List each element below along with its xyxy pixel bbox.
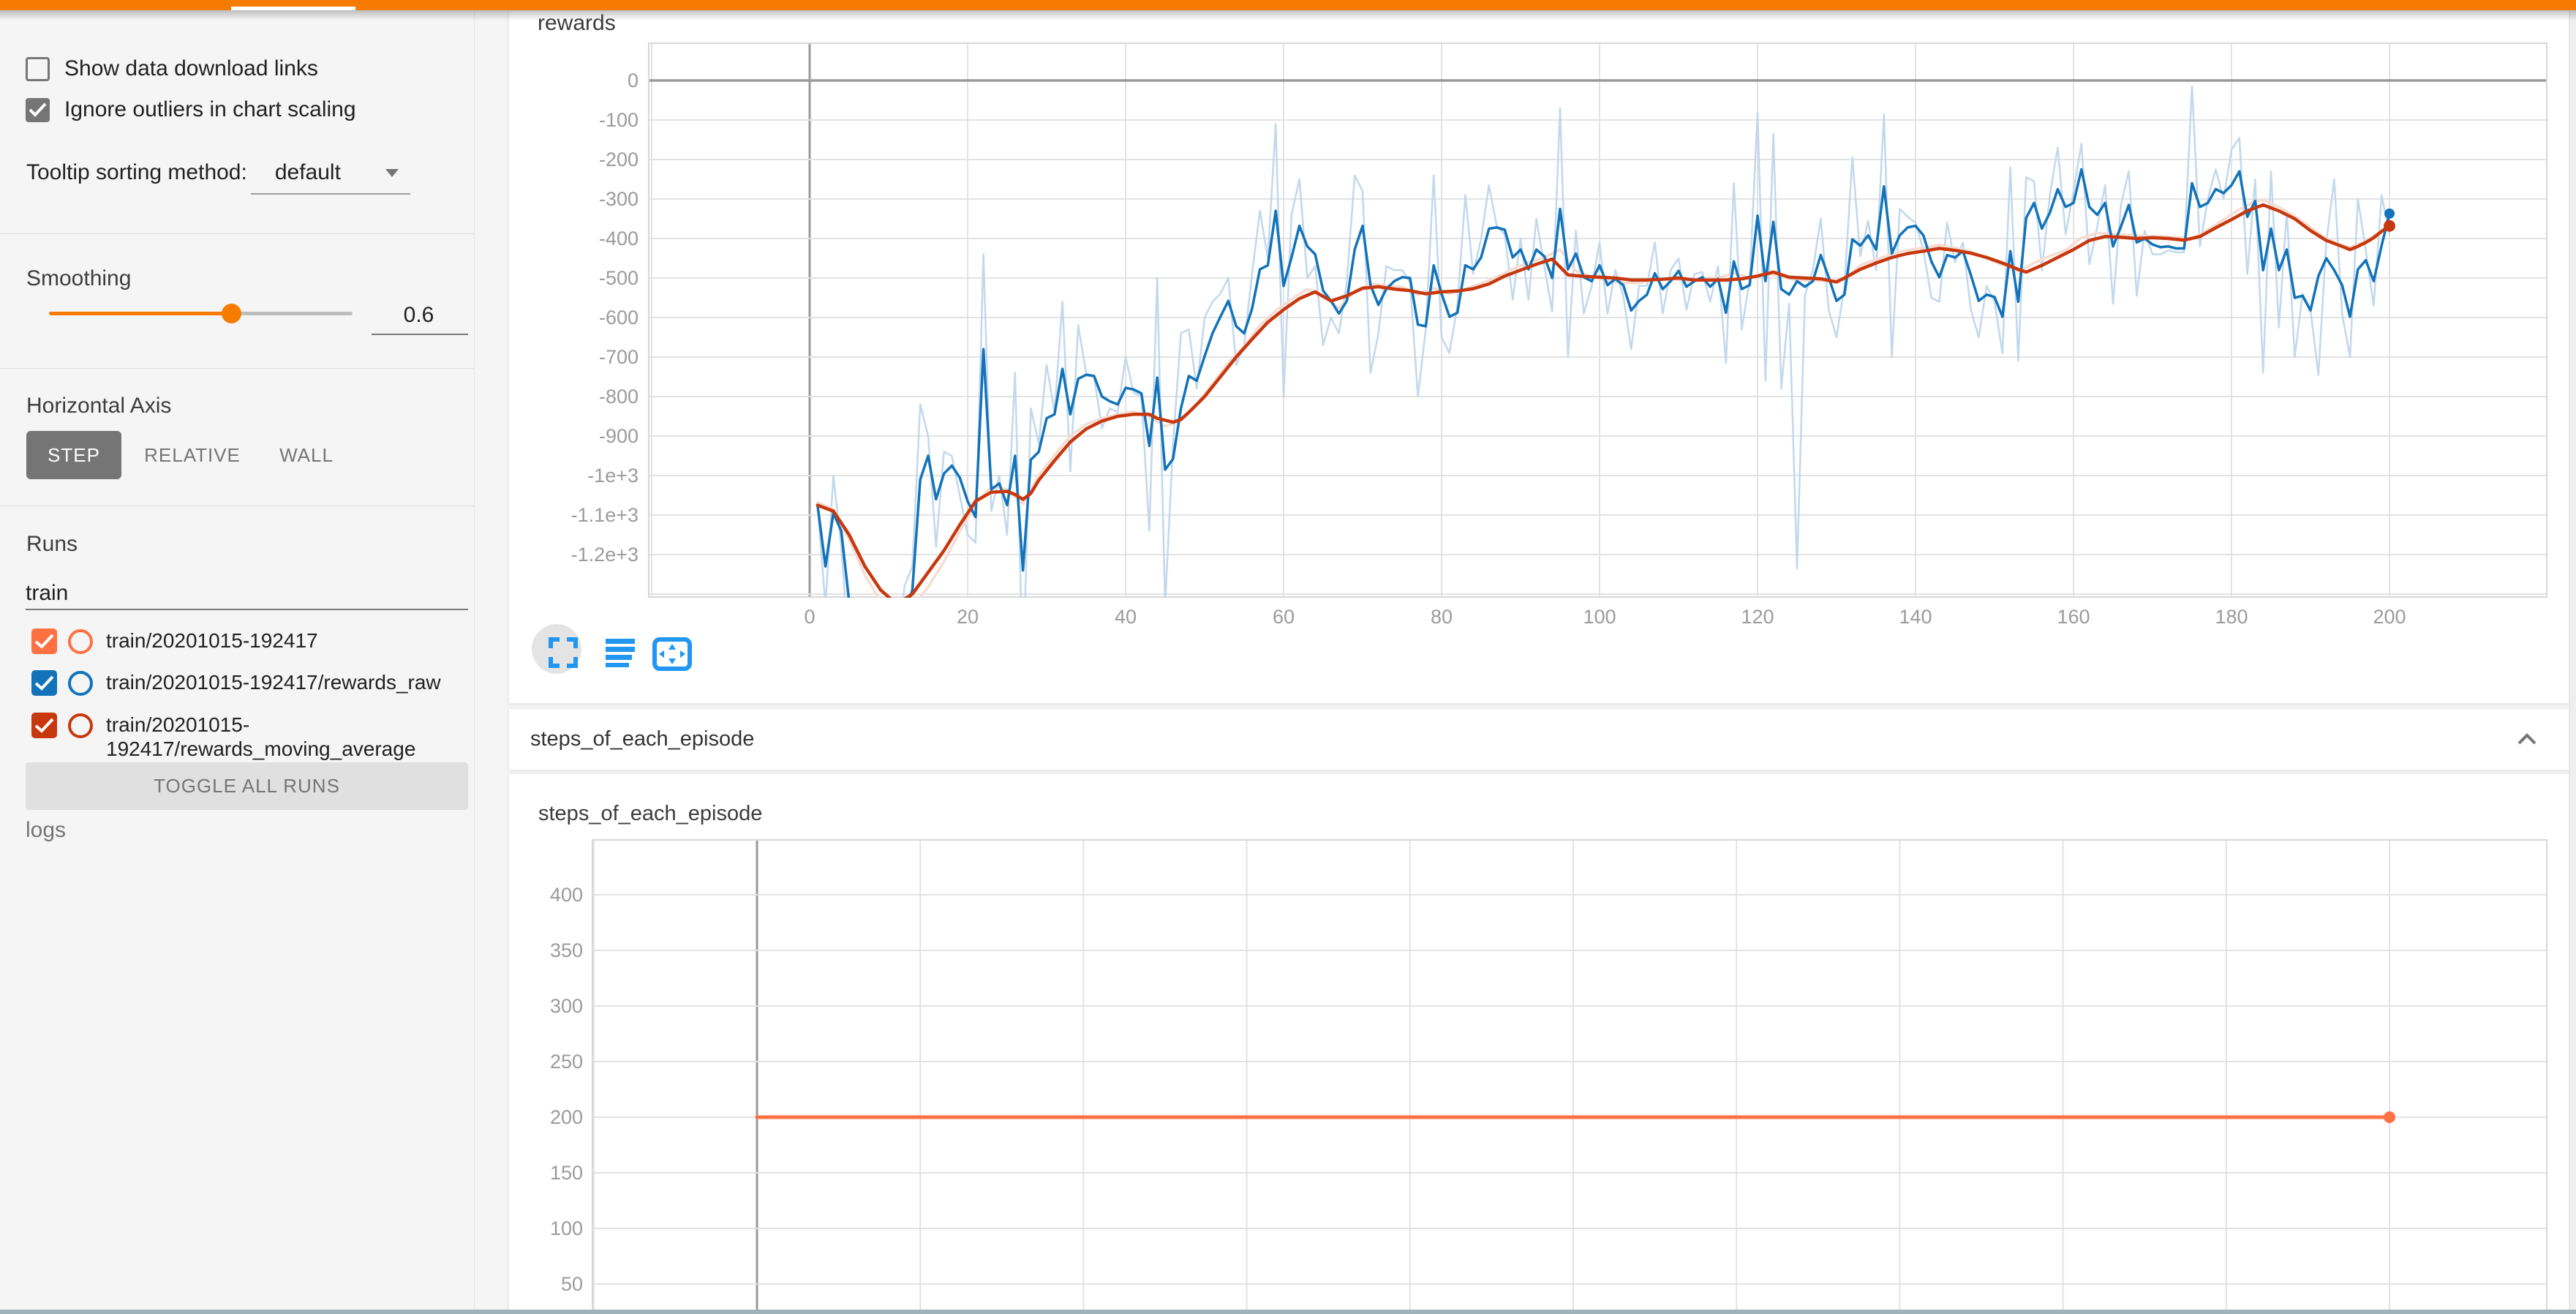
y-axis-tick-label: -300 bbox=[543, 188, 639, 211]
tooltip-sorting-select[interactable]: default bbox=[275, 160, 341, 185]
y-axis-tick-label: -100 bbox=[543, 109, 639, 132]
chart-toolbar bbox=[538, 628, 713, 673]
series-end-dot bbox=[2384, 1111, 2395, 1123]
app-header-bar bbox=[0, 0, 2576, 10]
checkbox-label: Ignore outliers in chart scaling bbox=[64, 97, 356, 122]
plot-border bbox=[592, 840, 2547, 1313]
smoothing-slider-fill bbox=[49, 312, 231, 315]
y-axis-tick-label: 200 bbox=[488, 1106, 583, 1129]
check-icon bbox=[34, 632, 55, 650]
series-line bbox=[818, 86, 2389, 598]
series-end-dot bbox=[2384, 209, 2395, 219]
divider bbox=[0, 233, 474, 234]
x-axis-tick-label: 160 bbox=[2030, 606, 2117, 628]
y-axis-tick-label: -1.1e+3 bbox=[543, 504, 639, 527]
y-axis-tick-label: -800 bbox=[543, 386, 639, 408]
x-axis-tick-label: 180 bbox=[2188, 606, 2275, 628]
fullscreen-icon[interactable] bbox=[551, 639, 576, 666]
series-line bbox=[818, 170, 2389, 598]
y-axis-tick-label: 100 bbox=[488, 1217, 583, 1240]
run-label: train/20201015-192417/rewards_moving_ave… bbox=[106, 713, 472, 761]
scrollbar-track[interactable] bbox=[2569, 10, 2576, 1314]
active-tab-indicator bbox=[231, 7, 355, 10]
fit-domain-icon[interactable] bbox=[655, 639, 690, 669]
divider bbox=[0, 368, 474, 369]
series-line bbox=[818, 200, 2389, 598]
run-solo-radio[interactable] bbox=[68, 713, 93, 738]
tooltip-sorting-row: Tooltip sorting method: default bbox=[26, 160, 341, 185]
run-row[interactable]: train/20201015-192417 bbox=[31, 628, 472, 654]
run-row[interactable]: train/20201015-192417/rewards_raw bbox=[31, 670, 472, 696]
ignore-outliers-row[interactable]: Ignore outliers in chart scaling bbox=[26, 97, 356, 122]
axis-option-relative[interactable]: RELATIVE bbox=[143, 431, 241, 479]
run-row[interactable]: train/20201015-192417/rewards_moving_ave… bbox=[31, 713, 472, 761]
run-filter-input[interactable]: train bbox=[26, 581, 68, 606]
y-axis-tick-label: -400 bbox=[543, 228, 639, 250]
show-download-links-checkbox[interactable] bbox=[26, 57, 50, 81]
run-label: train/20201015-192417 bbox=[106, 628, 472, 653]
y-axis-tick-label: -700 bbox=[543, 346, 639, 369]
y-axis-tick-label: 350 bbox=[488, 939, 583, 962]
y-axis-tick-label: 400 bbox=[488, 884, 583, 906]
dropdown-arrow-icon[interactable] bbox=[385, 169, 399, 177]
x-axis-tick-label: 140 bbox=[1872, 606, 1959, 628]
y-axis-tick-label: 50 bbox=[488, 1273, 583, 1296]
axis-option-step[interactable]: STEP bbox=[26, 431, 121, 479]
run-checkbox[interactable] bbox=[31, 670, 57, 696]
toggle-all-runs-button[interactable]: TOGGLE ALL RUNS bbox=[26, 762, 468, 810]
run-checkbox[interactable] bbox=[31, 713, 57, 738]
y-axis-tick-label: -900 bbox=[543, 425, 639, 448]
smoothing-heading: Smoothing bbox=[26, 266, 131, 291]
x-axis-tick-label: 20 bbox=[924, 606, 1012, 628]
x-axis-tick-label: 0 bbox=[766, 606, 854, 628]
show-download-links-row[interactable]: Show data download links bbox=[26, 56, 318, 81]
y-axis-tick-label: -1.2e+3 bbox=[543, 544, 639, 566]
x-axis-tick-label: 200 bbox=[2346, 606, 2433, 628]
run-filter-underline bbox=[26, 609, 468, 610]
horizontal-axis-heading: Horizontal Axis bbox=[26, 394, 171, 418]
rewards-chart-title: rewards bbox=[538, 11, 616, 36]
y-axis-tick-label: 0 bbox=[543, 70, 639, 92]
logdir-label: logs bbox=[26, 818, 66, 843]
rewards-plot-area[interactable] bbox=[648, 42, 2547, 598]
smoothing-value-underline bbox=[372, 334, 468, 335]
check-icon bbox=[34, 716, 55, 735]
y-axis-tick-label: 250 bbox=[488, 1051, 583, 1073]
y-axis-tick-label: -500 bbox=[543, 267, 639, 290]
run-solo-radio[interactable] bbox=[68, 671, 93, 696]
smoothing-value-field[interactable]: 0.6 bbox=[369, 303, 468, 328]
x-axis-tick-label: 100 bbox=[1556, 606, 1643, 628]
settings-sidebar: Show data download links Ignore outliers… bbox=[0, 10, 475, 1314]
chevron-up-icon[interactable] bbox=[2515, 729, 2539, 751]
y-axis-tick-label: 150 bbox=[488, 1162, 583, 1185]
smoothing-slider-thumb[interactable] bbox=[222, 304, 241, 323]
tensorboard-app: Show data download links Ignore outliers… bbox=[0, 0, 2576, 1314]
runs-heading: Runs bbox=[26, 532, 78, 557]
x-axis-tick-label: 80 bbox=[1398, 606, 1485, 628]
x-axis-tick-label: 60 bbox=[1240, 606, 1327, 628]
section-header-title: steps_of_each_episode bbox=[530, 727, 754, 751]
y-axis-tick-label: -1e+3 bbox=[543, 465, 639, 487]
axis-option-wall[interactable]: WALL bbox=[274, 431, 339, 479]
steps-chart-title: steps_of_each_episode bbox=[538, 802, 762, 826]
run-solo-radio[interactable] bbox=[68, 629, 93, 654]
data-table-icon[interactable] bbox=[606, 639, 635, 667]
x-axis-tick-label: 40 bbox=[1082, 606, 1170, 628]
steps-plot-area[interactable] bbox=[592, 839, 2547, 1313]
ignore-outliers-checkbox[interactable] bbox=[26, 98, 50, 122]
viewport-bottom-edge bbox=[0, 1310, 2576, 1314]
y-axis-tick-label: -600 bbox=[543, 307, 639, 329]
run-checkbox[interactable] bbox=[31, 628, 57, 654]
y-axis-tick-label: 300 bbox=[488, 995, 583, 1018]
y-axis-tick-label: -200 bbox=[543, 149, 639, 171]
tooltip-sorting-label: Tooltip sorting method: bbox=[26, 160, 247, 185]
run-label: train/20201015-192417/rewards_raw bbox=[106, 670, 472, 694]
x-axis-tick-label: 120 bbox=[1714, 606, 1801, 628]
series-end-dot bbox=[2384, 220, 2395, 232]
dropdown-underline bbox=[251, 193, 410, 195]
checkbox-label: Show data download links bbox=[64, 56, 318, 81]
section-header-card[interactable] bbox=[508, 708, 2569, 770]
check-icon bbox=[34, 674, 55, 692]
check-icon bbox=[28, 101, 48, 119]
